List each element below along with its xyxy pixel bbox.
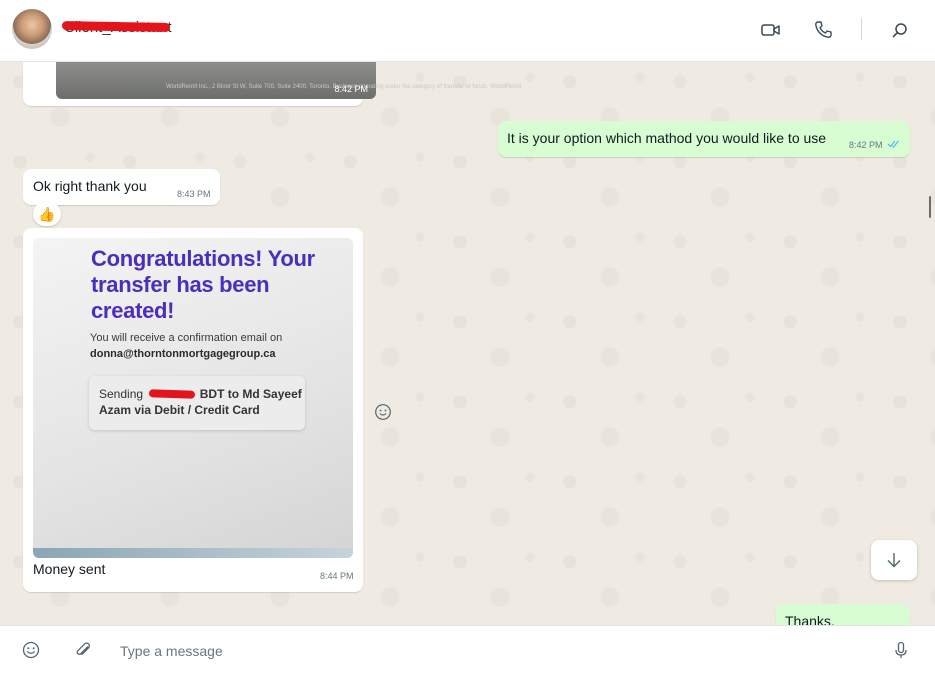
- name-redaction-mark: [61, 21, 171, 32]
- photo-transfer-confirmation[interactable]: Congratulations! Your transfer has been …: [33, 238, 353, 558]
- photo-caption: Money sent: [33, 561, 106, 577]
- chat-area[interactable]: WorldRemit Inc., 2 Bloor St W, Suite 700…: [0, 62, 935, 625]
- incoming-message[interactable]: Ok right thank you 8:43 PM: [23, 169, 220, 205]
- outgoing-message[interactable]: It is your option which mathod you would…: [498, 121, 910, 157]
- sending-prefix: Sending: [99, 387, 144, 401]
- message-text: It is your option which mathod you would…: [507, 130, 827, 146]
- video-call-icon[interactable]: [759, 18, 783, 42]
- sending-line-1: Sending BDT to Md Sayeef: [99, 387, 302, 401]
- double-check-icon: [887, 139, 901, 149]
- photo-headline: Congratulations! Your transfer has been …: [91, 246, 315, 323]
- image-thumbnail[interactable]: WorldRemit Inc., 2 Bloor St W, Suite 700…: [56, 62, 522, 99]
- message-input[interactable]: [118, 634, 862, 668]
- incoming-image-message[interactable]: WorldRemit Inc., 2 Bloor St W, Suite 700…: [23, 62, 522, 106]
- message-text: Thanks,: [785, 613, 835, 625]
- emoji-icon[interactable]: [21, 640, 41, 660]
- header-divider: [861, 18, 862, 40]
- photo-sending-box: Sending BDT to Md Sayeef Azam via Debit …: [89, 376, 305, 430]
- photo-bottom-strip: [33, 548, 353, 558]
- message-composer: [0, 625, 935, 675]
- photo-email: donna@thorntonmortgagegroup.ca: [90, 348, 276, 360]
- message-time: 8:44 PM: [320, 571, 354, 581]
- sending-suffix: BDT to Md Sayeef: [199, 387, 302, 401]
- photo-confirm-line: You will receive a confirmation email on: [90, 332, 283, 344]
- message-text: Ok right thank you: [33, 178, 147, 194]
- thumbs-up-reaction[interactable]: 👍: [33, 202, 61, 226]
- search-icon[interactable]: [888, 18, 912, 42]
- paperclip-icon[interactable]: [73, 640, 93, 660]
- contact-avatar[interactable]: [12, 9, 52, 49]
- microphone-icon[interactable]: [891, 640, 911, 660]
- scroll-to-bottom-button[interactable]: [871, 540, 917, 580]
- amount-redaction-mark: [148, 389, 196, 399]
- chat-scrollbar-thumb[interactable]: [929, 196, 931, 218]
- message-time: 8:42 PM: [849, 140, 883, 150]
- voice-call-icon[interactable]: [811, 18, 835, 42]
- smiley-react-icon[interactable]: [374, 403, 392, 421]
- message-time: 8:42 PM: [334, 84, 368, 94]
- sending-line-2: Azam via Debit / Credit Card: [99, 403, 260, 417]
- outgoing-message[interactable]: Thanks,: [776, 604, 910, 625]
- chat-header: Client_Assistant: [0, 0, 935, 62]
- message-time: 8:43 PM: [177, 189, 211, 199]
- arrow-down-icon: [884, 550, 904, 570]
